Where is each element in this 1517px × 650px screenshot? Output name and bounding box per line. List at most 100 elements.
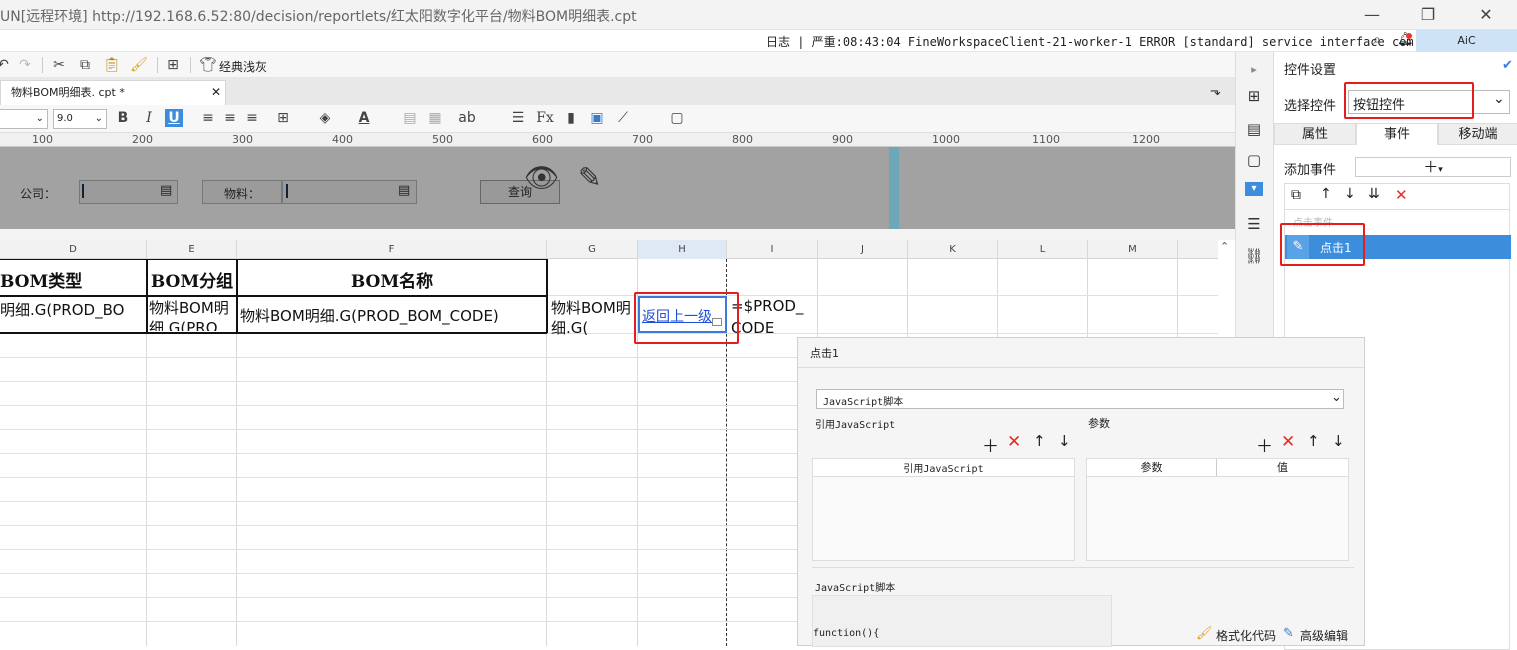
cell-border-icon[interactable]: ▢ [668, 109, 686, 127]
js-code-editor[interactable]: function(){ [812, 595, 1112, 647]
text-icon[interactable]: ab [458, 109, 476, 127]
tab-properties[interactable]: 属性 [1274, 123, 1356, 145]
wrap-icon[interactable]: ☰ [509, 109, 527, 127]
hyperlink-icon[interactable]: ⛓ [1244, 246, 1264, 266]
tab-mobile[interactable]: 移动端 [1438, 123, 1517, 145]
cell-attribute-icon[interactable]: ▤ [1244, 119, 1264, 139]
add-param-icon[interactable]: ＋ [1256, 432, 1273, 457]
column-header[interactable]: K [908, 240, 998, 259]
delete-event-icon[interactable]: ✕ [1395, 186, 1408, 204]
format-code-link[interactable]: 格式化代码 [1216, 627, 1276, 644]
column-header[interactable]: I [727, 240, 818, 259]
bold-icon[interactable]: B [114, 109, 132, 127]
column-header[interactable]: F [237, 240, 547, 259]
advanced-edit-link[interactable]: 高级编辑 [1300, 627, 1348, 644]
split-cells-icon[interactable]: ▦ [426, 109, 444, 127]
merge-cells-icon[interactable]: ▤ [401, 109, 419, 127]
chevron-down-icon[interactable]: ⌄ [1493, 91, 1505, 107]
advanced-edit-icon[interactable]: ✎ [1283, 626, 1294, 641]
formula-icon[interactable]: Fx [536, 109, 554, 127]
column-header[interactable]: H [638, 240, 727, 259]
chart-icon[interactable]: ▮ [562, 109, 580, 127]
collapse-arrow-icon[interactable]: ▸ [1244, 60, 1264, 80]
event-type-select[interactable]: JavaScript脚本 ⌄ [816, 389, 1344, 409]
cell-i-formula-line2[interactable]: CODE [731, 319, 817, 337]
restore-button[interactable]: ❐ [1408, 2, 1448, 28]
cell-bom-name-formula[interactable]: 物料BOM明细.G(PROD_BOM_CODE) [240, 305, 546, 326]
classic-theme-label[interactable]: 经典浅灰 [219, 58, 267, 75]
ref-js-table[interactable]: 引用JavaScript [812, 458, 1075, 561]
scroll-up-icon[interactable]: ⌃ [1220, 240, 1229, 253]
image-icon[interactable]: ▣ [588, 109, 606, 127]
tab-events[interactable]: 事件 [1356, 123, 1438, 145]
hidden-eye-icon[interactable]: 👁︎ [524, 161, 560, 194]
slash-icon[interactable]: ⟋ [614, 109, 632, 127]
close-window-button[interactable]: ✕ [1466, 2, 1506, 28]
cell-i-formula-line1[interactable]: =$PROD_ [731, 297, 817, 315]
underline-icon[interactable]: U [165, 109, 183, 127]
undo-icon[interactable]: ↶ [0, 56, 12, 74]
move-down-icon[interactable]: ↓ [1344, 186, 1356, 202]
page-boundary-marker[interactable] [889, 147, 899, 229]
format-code-icon[interactable]: 🖌︎ [1196, 626, 1213, 641]
move-up-icon[interactable]: ↑ [1307, 432, 1320, 450]
redo-icon[interactable]: ↷ [16, 56, 34, 74]
cell-header-bom-name[interactable]: BOM名称 [238, 267, 546, 292]
picker-icon[interactable]: ▤ [160, 183, 172, 198]
cell-element-icon[interactable]: ⊞ [1244, 86, 1264, 106]
material-input[interactable]: ▤ [282, 180, 417, 204]
theme-shirt-icon[interactable]: 👕︎ [199, 56, 217, 74]
column-header[interactable]: E [147, 240, 237, 259]
log-message[interactable]: 日志 | 严重:08:43:04 FineWorkspaceClient-21-… [766, 33, 1479, 50]
font-family-select[interactable]: ⌄ [0, 109, 48, 129]
add-event-button[interactable]: ＋▾ [1355, 157, 1511, 177]
cell-bom-group-formula-line1[interactable]: 物料BOM明 [149, 297, 236, 318]
widget-settings-icon[interactable]: ▾ [1245, 182, 1263, 196]
cell-g-formula-line2[interactable]: 细.G( [551, 317, 637, 338]
align-left-icon[interactable]: ≡ [199, 109, 217, 127]
format-painter-icon[interactable]: 🖌︎ [130, 56, 148, 74]
font-size-select[interactable]: 9.0 ⌄ [53, 109, 107, 129]
tab-menu-icon[interactable]: ⬎ [1210, 84, 1221, 99]
minimize-button[interactable]: — [1352, 2, 1392, 28]
cell-header-bom-type[interactable]: BOM类型 [0, 267, 146, 292]
params-table[interactable]: 参数 值 [1086, 458, 1349, 561]
fill-color-icon[interactable]: ◈ [316, 109, 334, 127]
align-center-icon[interactable]: ≡ [221, 109, 239, 127]
delete-param-icon[interactable]: ✕ [1281, 432, 1295, 452]
move-down-icon[interactable]: ↓ [1058, 432, 1071, 450]
condition-icon[interactable]: ☰ [1244, 214, 1264, 234]
paste-icon[interactable]: 📋︎ [103, 56, 121, 74]
italic-icon[interactable]: I [140, 109, 158, 127]
preview-icon[interactable]: ⊞ [164, 56, 182, 74]
column-header[interactable]: J [818, 240, 908, 259]
edit-pencil-icon[interactable]: ✎ [578, 161, 601, 194]
align-right-icon[interactable]: ≡ [243, 109, 261, 127]
tab-report-file[interactable]: 物料BOM明细表. cpt * ✕ [0, 80, 226, 105]
sort-icon[interactable]: ⇊ [1368, 186, 1380, 202]
search-icon[interactable]: ⌕ [1373, 32, 1381, 48]
cell-header-bom-group[interactable]: BOM分组 [148, 267, 236, 292]
check-icon[interactable]: ✔ [1502, 58, 1513, 73]
picker-icon[interactable]: ▤ [398, 183, 410, 198]
cut-icon[interactable]: ✂ [50, 56, 68, 74]
cell-bom-group-formula-line2[interactable]: 细.G(PRO [149, 317, 236, 331]
copy-event-icon[interactable]: ⧉ [1291, 187, 1301, 203]
delete-ref-js-icon[interactable]: ✕ [1007, 432, 1021, 452]
column-header[interactable]: M [1088, 240, 1178, 259]
font-color-icon[interactable]: A [355, 109, 373, 127]
column-header[interactable]: L [998, 240, 1088, 259]
float-element-icon[interactable]: ▢ [1244, 150, 1264, 170]
copy-icon[interactable]: ⧉ [76, 56, 94, 74]
user-badge[interactable]: AiC [1416, 30, 1517, 52]
column-header[interactable]: D [0, 240, 147, 259]
border-icon[interactable]: ⊞ [274, 109, 292, 127]
add-ref-js-icon[interactable]: ＋ [982, 432, 999, 457]
move-up-icon[interactable]: ↑ [1033, 432, 1046, 450]
move-down-icon[interactable]: ↓ [1332, 432, 1345, 450]
column-header[interactable]: G [547, 240, 638, 259]
close-tab-icon[interactable]: ✕ [211, 81, 221, 104]
move-up-icon[interactable]: ↑ [1320, 186, 1332, 202]
cell-bom-type-formula[interactable]: 明细.G(PROD_BO [0, 299, 146, 320]
company-input[interactable]: ▤ [79, 180, 178, 204]
